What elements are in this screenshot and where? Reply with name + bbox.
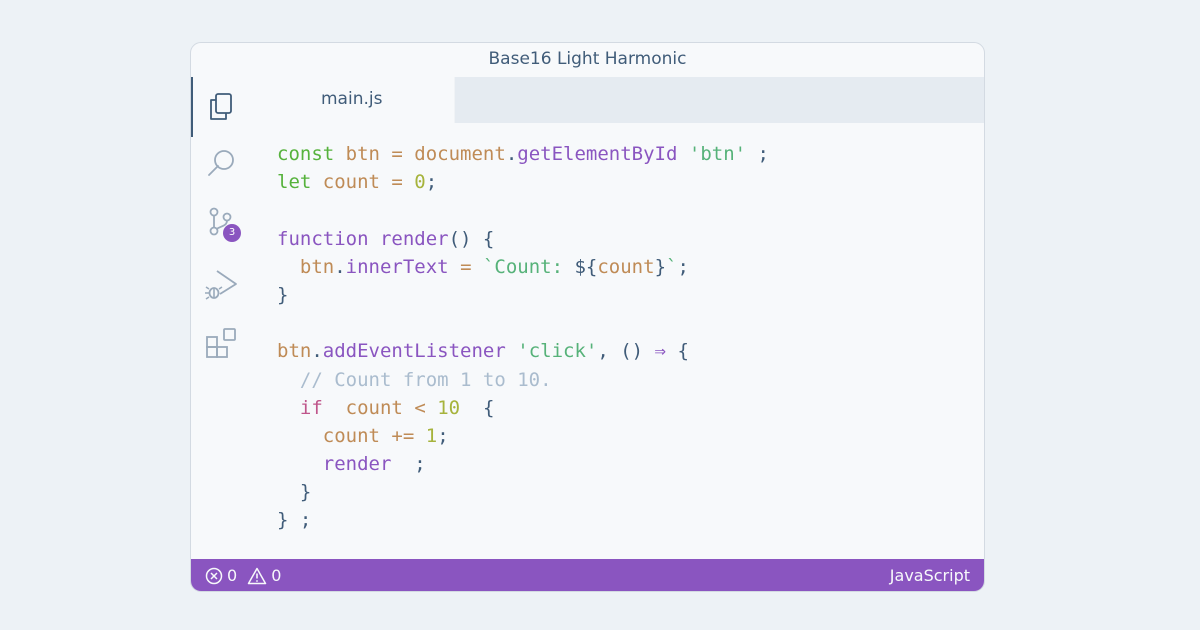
error-count: 0 bbox=[227, 566, 238, 585]
explorer-button[interactable] bbox=[191, 77, 255, 137]
status-bar: 0 0 JavaScript bbox=[191, 559, 984, 591]
code-editor[interactable]: const btn = document.getElementById 'btn… bbox=[277, 140, 967, 540]
source-control-button[interactable] bbox=[191, 194, 255, 254]
code-token: addEventListener bbox=[322, 340, 506, 363]
code-line: } bbox=[277, 281, 967, 309]
code-line: } bbox=[277, 478, 967, 506]
code-line: } ; bbox=[277, 506, 967, 534]
code-token: 0 bbox=[414, 171, 426, 194]
code-token: = bbox=[379, 143, 415, 165]
code-token: innerText bbox=[345, 255, 449, 278]
code-token: 'click' bbox=[517, 340, 598, 363]
code-token: const bbox=[277, 143, 346, 165]
code-token: } bbox=[277, 481, 312, 504]
code-token: btn bbox=[345, 143, 380, 165]
code-token: let bbox=[277, 171, 323, 194]
window-title: Base16 Light Harmonic bbox=[488, 49, 687, 69]
code-token: { bbox=[666, 340, 689, 363]
code-token: } ; bbox=[277, 509, 312, 532]
code-line: const btn = document.getElementById 'btn… bbox=[277, 140, 967, 168]
code-token: function bbox=[277, 227, 380, 250]
code-line: count += 1; bbox=[277, 422, 967, 450]
run-debug-button[interactable] bbox=[191, 254, 255, 314]
code-line: btn.addEventListener 'click', () ⇒ { bbox=[277, 337, 967, 365]
code-token: += bbox=[379, 424, 426, 447]
code-token: ` bbox=[666, 255, 678, 278]
code-line: btn.innerText = `Count: ${count}`; bbox=[277, 253, 967, 281]
activity-bar: 3 bbox=[191, 77, 255, 559]
code-token: getElementById bbox=[517, 143, 678, 165]
code-token: . bbox=[311, 340, 323, 363]
code-line: if count < 10 { bbox=[277, 394, 967, 422]
code-token: 10 bbox=[437, 396, 461, 419]
code-token: btn bbox=[299, 255, 335, 278]
search-icon bbox=[208, 150, 234, 176]
problems-indicator[interactable]: 0 0 bbox=[205, 559, 282, 591]
error-icon bbox=[205, 567, 223, 585]
code-token: { bbox=[460, 396, 495, 419]
extensions-button[interactable] bbox=[191, 314, 255, 374]
tab-main-js[interactable]: main.js bbox=[255, 77, 455, 123]
run-debug-icon bbox=[205, 270, 237, 300]
code-token: = bbox=[379, 171, 415, 194]
code-token: count bbox=[345, 396, 403, 419]
code-token: ; bbox=[437, 424, 449, 447]
extensions-icon bbox=[206, 328, 236, 358]
code-token: } bbox=[277, 283, 289, 306]
code-token: ; bbox=[746, 143, 769, 165]
editor-window: Base16 Light Harmonic 3 main.js const bt… bbox=[190, 42, 985, 592]
code-token: // Count from 1 to 10. bbox=[277, 368, 552, 391]
code-line: let count = 0; bbox=[277, 168, 967, 196]
code-token: document bbox=[414, 143, 506, 165]
language-mode[interactable]: JavaScript bbox=[890, 559, 970, 591]
code-token: btn bbox=[277, 340, 312, 363]
code-line: render ; bbox=[277, 450, 967, 478]
code-token: 1 bbox=[425, 424, 438, 447]
code-token: < bbox=[402, 396, 438, 419]
code-token: . bbox=[505, 143, 518, 165]
code-token: . bbox=[334, 255, 346, 278]
code-line: // Count from 1 to 10. bbox=[277, 366, 967, 394]
code-token: count bbox=[597, 255, 655, 278]
tab-strip: main.js bbox=[255, 77, 984, 123]
code-token: count bbox=[322, 424, 380, 447]
code-token: ; bbox=[391, 453, 426, 476]
code-token: count bbox=[322, 171, 380, 194]
code-token: } bbox=[654, 255, 667, 278]
code-token: ; bbox=[677, 255, 689, 278]
code-token: ⇒ bbox=[654, 340, 666, 363]
warning-count: 0 bbox=[271, 566, 282, 585]
code-token: , () bbox=[597, 340, 655, 363]
code-token: () { bbox=[448, 227, 495, 250]
code-line: function render() { bbox=[277, 225, 967, 253]
code-token: ; bbox=[425, 171, 438, 194]
code-token: = bbox=[448, 255, 483, 278]
source-control-badge: 3 bbox=[223, 224, 241, 242]
code-token: 'btn' bbox=[688, 143, 747, 165]
code-token: render bbox=[322, 453, 392, 476]
code-token: if bbox=[299, 396, 323, 419]
code-token: `Count: bbox=[482, 255, 575, 278]
warning-icon bbox=[247, 567, 267, 585]
search-button[interactable] bbox=[191, 134, 255, 194]
code-token: ${ bbox=[574, 255, 598, 278]
files-icon bbox=[210, 93, 232, 120]
code-token: render bbox=[379, 227, 449, 250]
